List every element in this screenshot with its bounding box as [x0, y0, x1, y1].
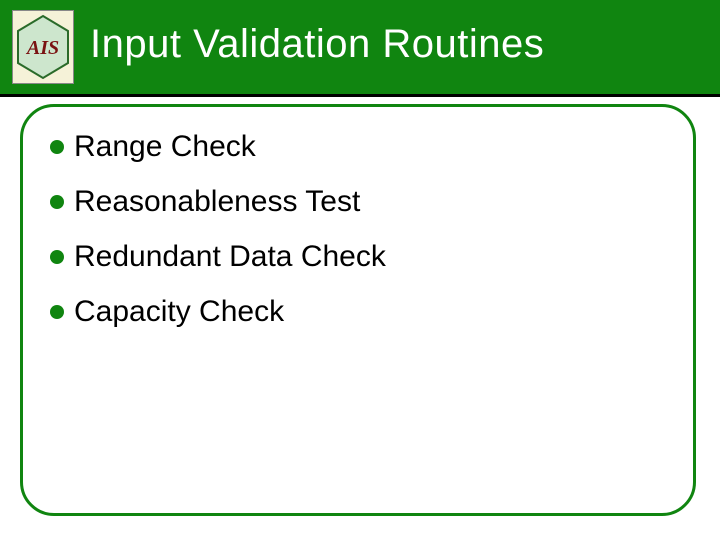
list-item: Reasonableness Test — [50, 185, 670, 218]
bullet-list: Range Check Reasonableness Test Redundan… — [50, 130, 670, 350]
list-item-label: Range Check — [74, 130, 256, 163]
bullet-icon — [50, 305, 64, 319]
slide-title: Input Validation Routines — [90, 22, 544, 67]
list-item: Redundant Data Check — [50, 240, 670, 273]
bullet-icon — [50, 250, 64, 264]
list-item: Capacity Check — [50, 295, 670, 328]
list-item: Range Check — [50, 130, 670, 163]
slide: AIS Input Validation Routines Range Chec… — [0, 0, 720, 540]
ais-logo-icon: AIS — [16, 14, 70, 80]
list-item-label: Redundant Data Check — [74, 240, 386, 273]
ais-logo: AIS — [12, 10, 74, 84]
bullet-icon — [50, 140, 64, 154]
list-item-label: Reasonableness Test — [74, 185, 360, 218]
header-underline — [0, 94, 720, 97]
bullet-icon — [50, 195, 64, 209]
list-item-label: Capacity Check — [74, 295, 284, 328]
logo-letters: AIS — [25, 37, 59, 59]
